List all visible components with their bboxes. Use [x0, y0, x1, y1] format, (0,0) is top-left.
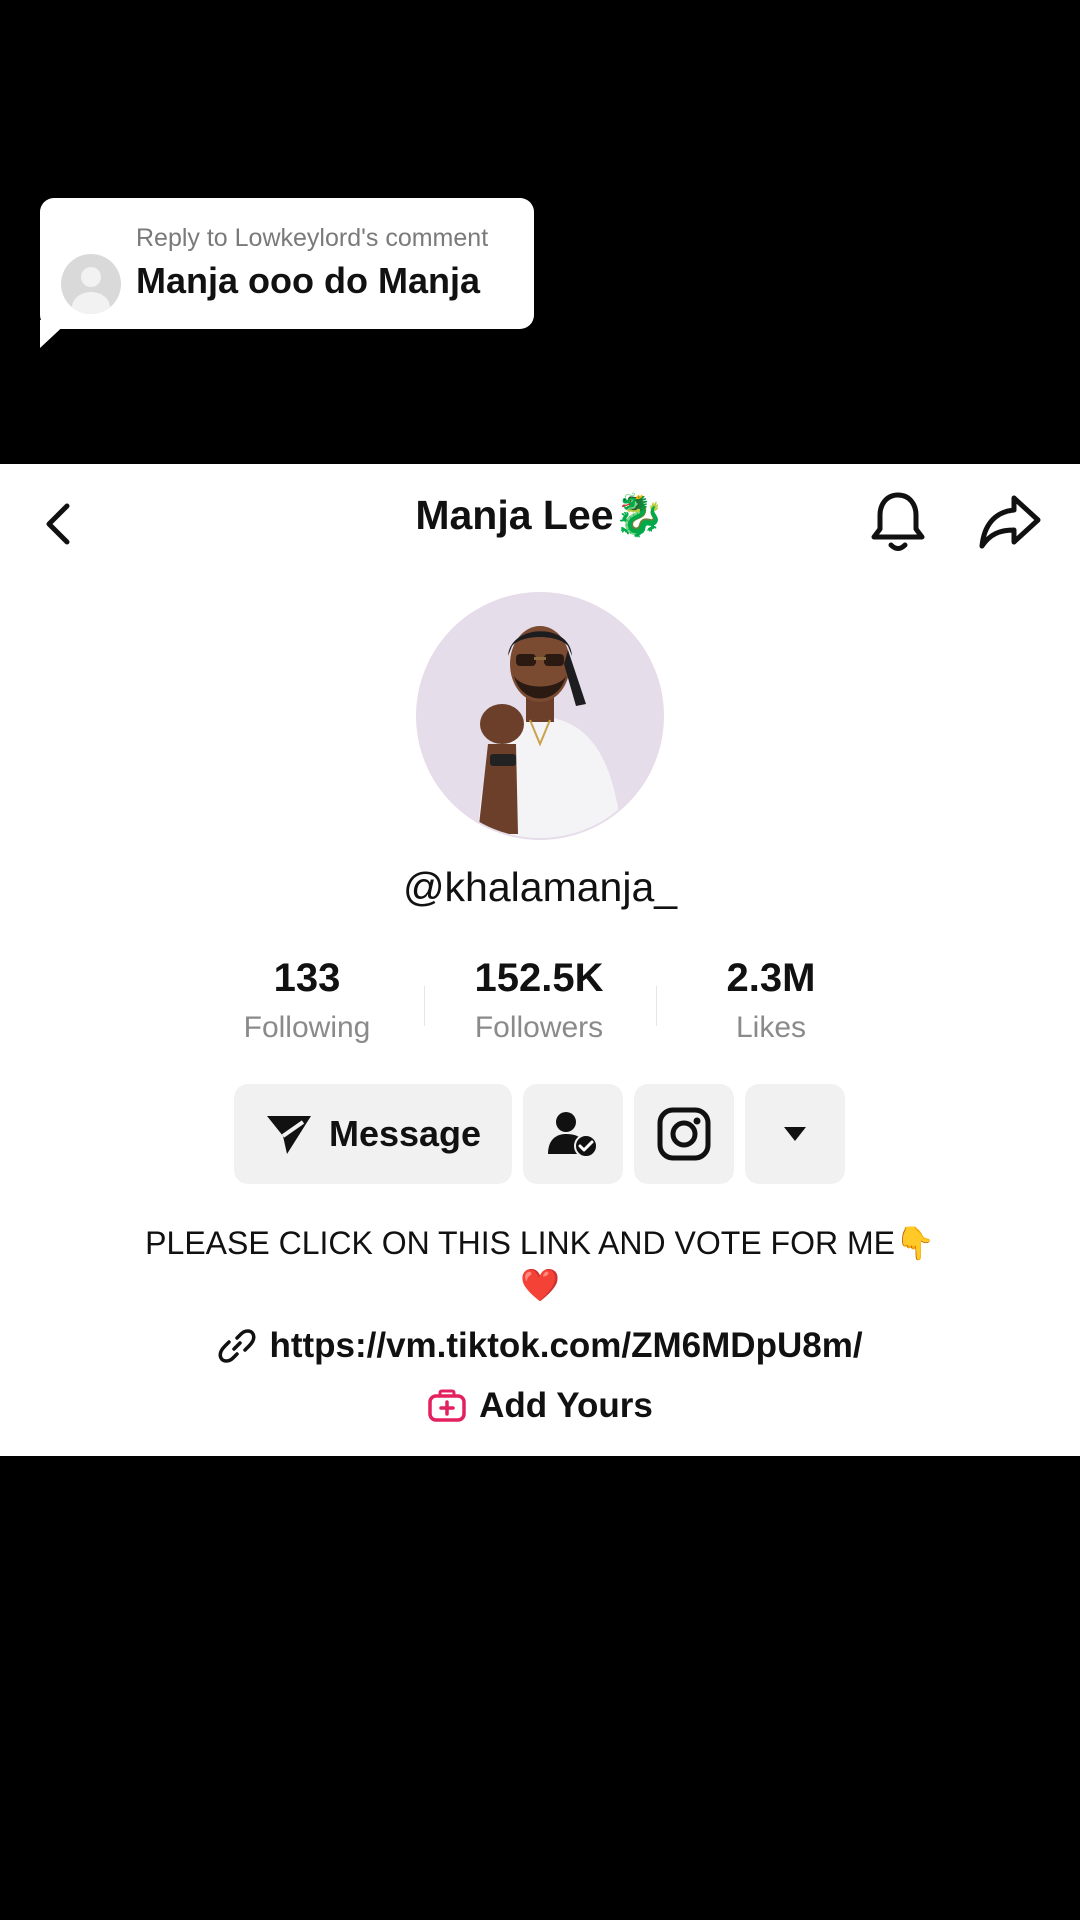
- profile-handle: @khalamanja_: [402, 864, 678, 910]
- add-yours-button[interactable]: Add Yours: [0, 1386, 1080, 1426]
- profile-avatar[interactable]: [418, 594, 662, 838]
- caret-down-icon: [784, 1127, 806, 1141]
- share-icon: [979, 495, 1041, 549]
- reply-comment-bubble[interactable]: Reply to Lowkeylord's comment Manja ooo …: [40, 198, 534, 329]
- profile-bio: PLEASE CLICK ON THIS LINK AND VOTE FOR M…: [0, 1222, 1080, 1306]
- user-check-icon: [548, 1112, 598, 1158]
- instagram-button[interactable]: [634, 1084, 734, 1184]
- instagram-icon: [657, 1107, 711, 1161]
- notification-bell-button[interactable]: [868, 489, 928, 555]
- add-yours-label: Add Yours: [479, 1386, 653, 1425]
- bio-line-2: ❤️: [520, 1267, 560, 1303]
- following-label: Following: [243, 1011, 371, 1044]
- likes-count: 2.3M: [726, 956, 816, 1000]
- stat-divider: [424, 986, 425, 1026]
- stat-followers[interactable]: 152.5K Followers: [429, 956, 649, 1045]
- followers-count: 152.5K: [474, 956, 604, 1000]
- message-button[interactable]: Message: [234, 1084, 512, 1184]
- link-icon: [218, 1329, 256, 1363]
- commenter-avatar: [61, 254, 121, 314]
- message-label: Message: [328, 1113, 482, 1154]
- add-yours-icon: [428, 1389, 466, 1422]
- stat-likes[interactable]: 2.3M Likes: [661, 956, 881, 1045]
- more-dropdown-button[interactable]: [745, 1084, 845, 1184]
- send-icon: [266, 1116, 311, 1154]
- share-button[interactable]: [978, 492, 1042, 552]
- bubble-tail: [40, 320, 70, 348]
- reply-comment-text: Manja ooo do Manja: [136, 260, 481, 301]
- following-status-button[interactable]: [523, 1084, 623, 1184]
- stat-following[interactable]: 133 Following: [197, 956, 417, 1045]
- following-count: 133: [273, 956, 341, 1000]
- bell-icon: [871, 492, 925, 551]
- reply-subtitle: Reply to Lowkeylord's comment: [136, 224, 489, 252]
- profile-panel: Manja Lee🐉 @khalamanja_ 133 Following 15…: [0, 464, 1080, 1456]
- followers-label: Followers: [474, 1011, 604, 1044]
- profile-stats: 133 Following 152.5K Followers 2.3M Like…: [0, 956, 1080, 1056]
- link-text: https://vm.tiktok.com/ZM6MDpU8m/: [269, 1326, 863, 1365]
- stat-divider: [656, 986, 657, 1026]
- bio-line-1: PLEASE CLICK ON THIS LINK AND VOTE FOR M…: [145, 1225, 935, 1261]
- profile-link[interactable]: https://vm.tiktok.com/ZM6MDpU8m/: [0, 1326, 1080, 1366]
- likes-label: Likes: [735, 1011, 807, 1044]
